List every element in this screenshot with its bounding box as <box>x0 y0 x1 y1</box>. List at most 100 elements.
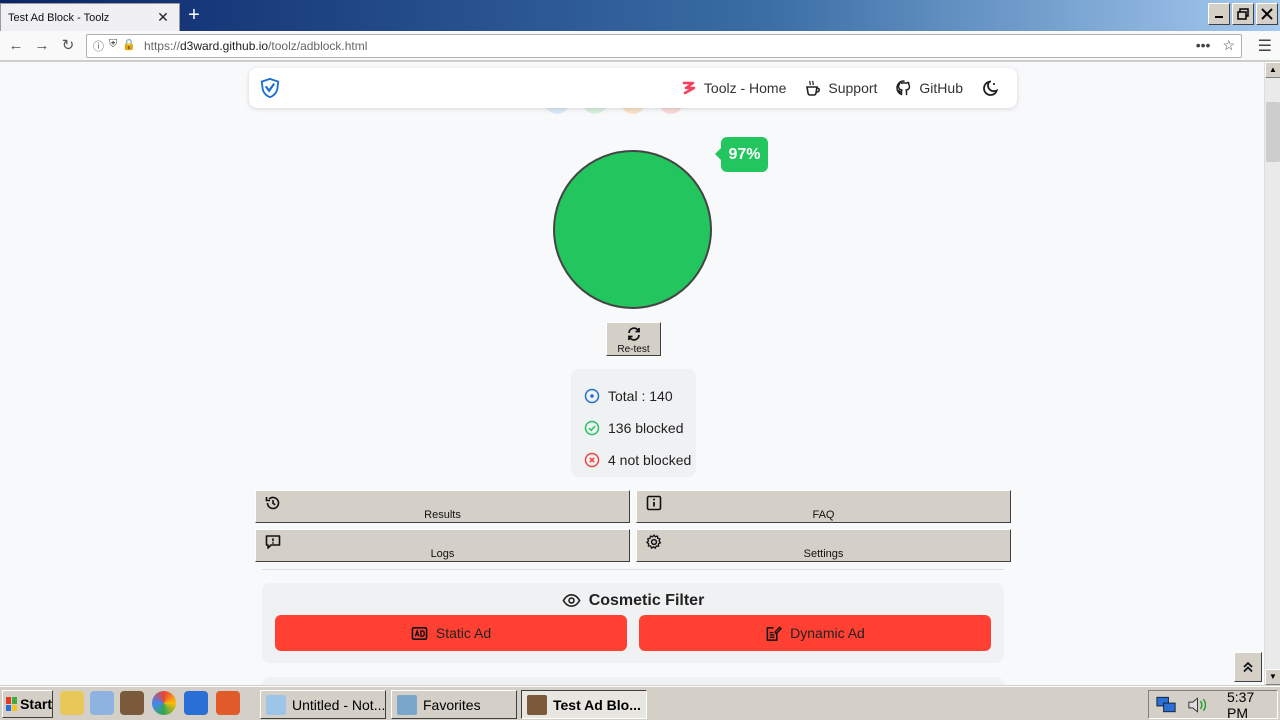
windows-logo-icon <box>6 697 18 711</box>
ad-icon <box>411 626 428 640</box>
retest-label: Re-test <box>617 344 650 355</box>
nav-link-label: Toolz - Home <box>703 80 787 96</box>
browser-nav-bar: ← → ↻ ⓘ ⛨ 🔒 https://d3ward.github.io/too… <box>0 31 1280 61</box>
faq-label: FAQ <box>812 509 835 521</box>
target-icon <box>584 388 600 404</box>
scroll-to-top-button[interactable] <box>1234 652 1262 682</box>
adblock-shield-logo-icon[interactable] <box>259 77 281 99</box>
lock-icon[interactable]: 🔒 <box>122 38 136 54</box>
stat-blocked-label: 136 blocked <box>608 420 684 436</box>
logs-button[interactable]: Logs <box>255 529 630 562</box>
system-tray: 5:37 PM <box>1148 689 1278 720</box>
moon-icon <box>983 80 999 96</box>
start-label: Start <box>20 696 52 712</box>
notepad-icon <box>266 694 286 715</box>
url-text[interactable]: https://d3ward.github.io/toolz/adblock.h… <box>144 39 367 53</box>
next-section-card <box>262 677 1004 685</box>
page-actions-icon[interactable]: ••• <box>1196 37 1211 54</box>
stats-card: Total : 140 136 blocked 4 not blocked <box>571 369 696 477</box>
score-percent-badge: 97% <box>715 137 768 172</box>
url-host: d3ward.github.io <box>179 39 269 53</box>
task-favorites[interactable]: Favorites <box>391 690 517 719</box>
restore-icon <box>1237 8 1249 20</box>
nav-link-label: Support <box>828 80 878 96</box>
chrome-quicklaunch-icon[interactable] <box>152 691 176 715</box>
theme-toggle-button[interactable] <box>981 79 999 97</box>
cosmetic-filter-card: Cosmetic Filter Static Ad Dynamic Ad <box>262 583 1004 663</box>
scrollbar-thumb[interactable] <box>1266 102 1280 162</box>
x-circle-icon <box>584 452 600 468</box>
calculator-quicklaunch-icon[interactable] <box>90 691 114 715</box>
close-button[interactable] <box>1256 3 1278 25</box>
ccleaner-quicklaunch-icon[interactable] <box>216 691 240 715</box>
task-label: Test Ad Blo... <box>553 696 641 713</box>
network-icon[interactable] <box>1155 695 1178 715</box>
static-ad-label: Static Ad <box>435 625 492 641</box>
bookmark-star-icon[interactable]: ☆ <box>1222 37 1235 54</box>
hamburger-menu-icon[interactable]: ☰ <box>1258 36 1272 56</box>
check-circle-icon <box>584 420 600 436</box>
static-ad-button[interactable]: Static Ad <box>275 615 627 651</box>
page-content: Toolz - Home Support GitHub 97% Re-test … <box>0 62 1264 685</box>
tracking-shield-icon[interactable]: ⛨ <box>109 38 117 54</box>
favorites-folder-icon <box>397 694 417 715</box>
settings-button[interactable]: Settings <box>636 529 1011 562</box>
section-divider <box>262 569 1004 570</box>
minimize-icon <box>1215 16 1223 18</box>
eye-icon <box>562 593 581 608</box>
restore-button[interactable] <box>1232 3 1254 25</box>
explorer-quicklaunch-icon[interactable] <box>60 691 84 715</box>
nav-link-toolz-home[interactable]: Toolz - Home <box>680 79 786 97</box>
window-controls <box>1208 3 1278 25</box>
toolz-icon <box>682 81 696 95</box>
forward-icon[interactable]: → <box>32 36 52 56</box>
info-icon[interactable]: ⓘ <box>93 38 104 54</box>
start-button[interactable]: Start <box>2 690 53 718</box>
refresh-icon <box>627 327 640 341</box>
reload-icon[interactable]: ↻ <box>58 36 78 56</box>
browser-title-bar: Test Ad Block - Toolz ✕ + <box>0 0 1280 31</box>
ad-edit-icon <box>766 625 783 641</box>
page-scrollbar[interactable]: ▲ ▼ <box>1264 62 1280 685</box>
github-icon <box>896 80 911 96</box>
settings-label: Settings <box>803 548 844 560</box>
stat-not-blocked: 4 not blocked <box>584 444 696 476</box>
address-bar[interactable]: ⓘ ⛨ 🔒 https://d3ward.github.io/toolz/adb… <box>86 34 1242 58</box>
retest-button[interactable]: Re-test <box>606 322 661 356</box>
stat-total: Total : 140 <box>584 380 696 412</box>
scroll-up-arrow-icon[interactable]: ▲ <box>1265 62 1280 78</box>
faq-button[interactable]: FAQ <box>636 490 1011 523</box>
nav-link-label: GitHub <box>919 80 963 96</box>
task-label: Favorites <box>423 696 481 713</box>
stat-blocked: 136 blocked <box>584 412 696 444</box>
browser-tab[interactable]: Test Ad Block - Toolz ✕ <box>0 3 180 31</box>
stat-not-blocked-label: 4 not blocked <box>608 452 692 468</box>
minimize-button[interactable] <box>1208 3 1230 25</box>
cosmetic-filter-title: Cosmetic Filter <box>588 591 705 609</box>
nav-link-support[interactable]: Support <box>804 79 877 97</box>
malwarebytes-quicklaunch-icon[interactable] <box>184 691 208 715</box>
browser-app-icon <box>527 694 547 715</box>
new-tab-button[interactable]: + <box>184 5 204 25</box>
volume-icon[interactable] <box>1186 695 1209 715</box>
clock[interactable]: 5:37 PM <box>1227 689 1277 720</box>
coffee-icon <box>806 80 821 96</box>
taskbar: Start Untitled - Not... Favorites Test A… <box>0 686 1280 720</box>
dynamic-ad-label: Dynamic Ad <box>790 625 865 641</box>
cosmetic-filter-heading: Cosmetic Filter <box>262 591 1004 610</box>
back-icon[interactable]: ← <box>6 36 26 56</box>
raccoon-app-quicklaunch-icon[interactable] <box>120 691 144 715</box>
dynamic-ad-button[interactable]: Dynamic Ad <box>639 615 991 651</box>
url-scheme: https:// <box>143 39 180 53</box>
double-chevron-up-icon <box>1243 661 1253 673</box>
scroll-down-arrow-icon[interactable]: ▼ <box>1265 669 1280 685</box>
tab-title: Test Ad Block - Toolz <box>8 11 110 24</box>
nav-link-github[interactable]: GitHub <box>895 79 963 97</box>
results-button[interactable]: Results <box>255 490 630 523</box>
task-browser[interactable]: Test Ad Blo... <box>521 690 647 719</box>
task-label: Untitled - Not... <box>292 696 386 713</box>
task-notepad[interactable]: Untitled - Not... <box>260 690 386 719</box>
tab-close-icon[interactable]: ✕ <box>155 9 171 26</box>
results-label: Results <box>424 509 461 521</box>
site-nav: Toolz - Home Support GitHub <box>249 68 1017 108</box>
